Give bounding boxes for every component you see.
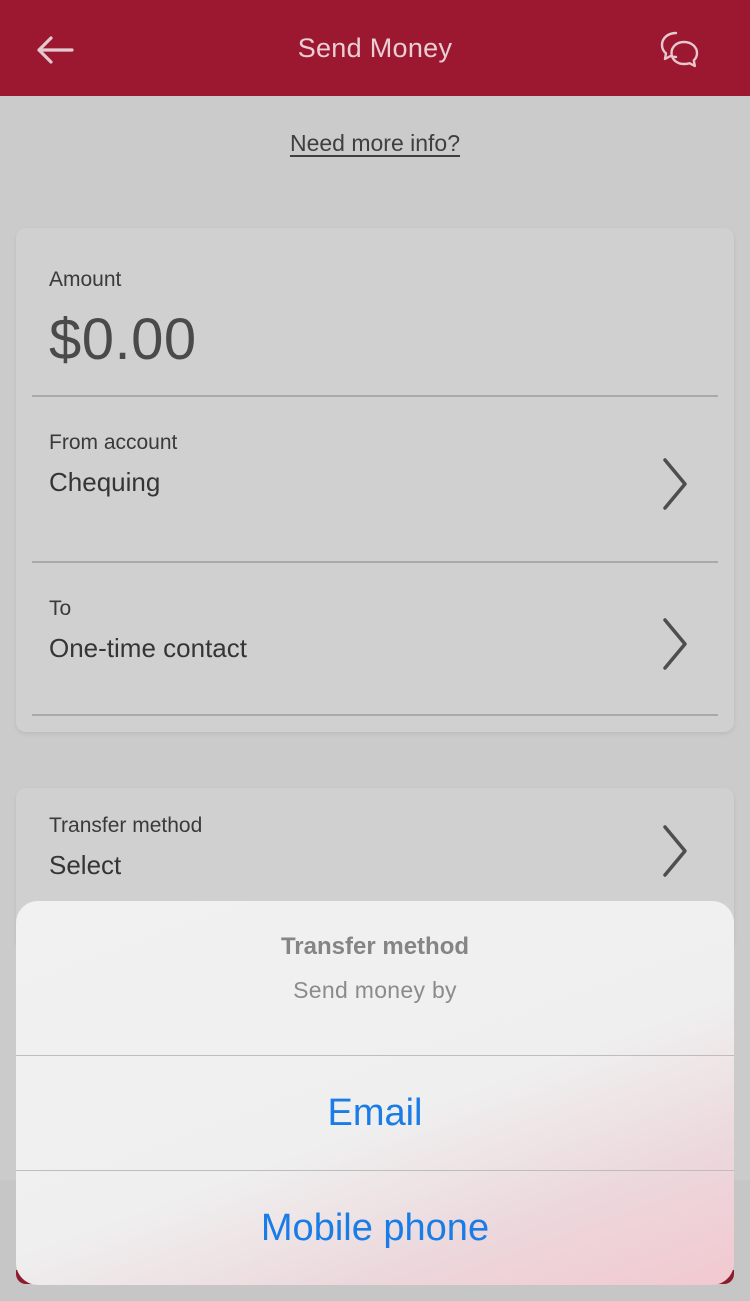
chat-button[interactable] bbox=[656, 26, 704, 74]
from-account-value: Chequing bbox=[49, 467, 161, 497]
action-sheet-title: Transfer method bbox=[280, 933, 470, 960]
send-details-card: Amount $0.00 From account Chequing To On… bbox=[16, 228, 734, 732]
to-value: One-time contact bbox=[49, 633, 247, 663]
amount-field[interactable]: Amount $0.00 bbox=[32, 228, 718, 396]
action-sheet-subtitle: Send money by bbox=[293, 977, 457, 1003]
arrow-left-icon bbox=[37, 36, 74, 64]
chat-bubbles-icon bbox=[660, 31, 699, 68]
transfer-method-action-sheet: Transfer method Send money by Email Mobi… bbox=[16, 901, 734, 1285]
send-money-screen: Send Money Need more info? Amount $0.00 … bbox=[0, 0, 750, 1301]
transfer-method-value: Select bbox=[49, 850, 122, 880]
to-contact-row[interactable]: To One-time contact bbox=[32, 563, 718, 713]
chevron-right-icon bbox=[663, 618, 687, 670]
option-mobile-phone[interactable]: Mobile phone bbox=[16, 1171, 734, 1285]
option-email[interactable]: Email bbox=[16, 1056, 734, 1170]
page-title: Send Money bbox=[297, 32, 453, 63]
need-more-info-link[interactable]: Need more info? bbox=[0, 130, 750, 157]
back-button[interactable] bbox=[30, 26, 78, 74]
from-account-label: From account bbox=[49, 431, 178, 454]
app-header: Send Money bbox=[0, 0, 750, 96]
transfer-method-label: Transfer method bbox=[49, 814, 203, 837]
to-label: To bbox=[49, 597, 72, 620]
divider bbox=[32, 714, 718, 716]
amount-value: $0.00 bbox=[49, 307, 197, 372]
chevron-right-icon bbox=[663, 825, 687, 877]
action-sheet-header: Transfer method Send money by bbox=[16, 901, 734, 1055]
from-account-row[interactable]: From account Chequing bbox=[32, 397, 718, 561]
chevron-right-icon bbox=[663, 458, 687, 510]
amount-label: Amount bbox=[49, 268, 122, 291]
